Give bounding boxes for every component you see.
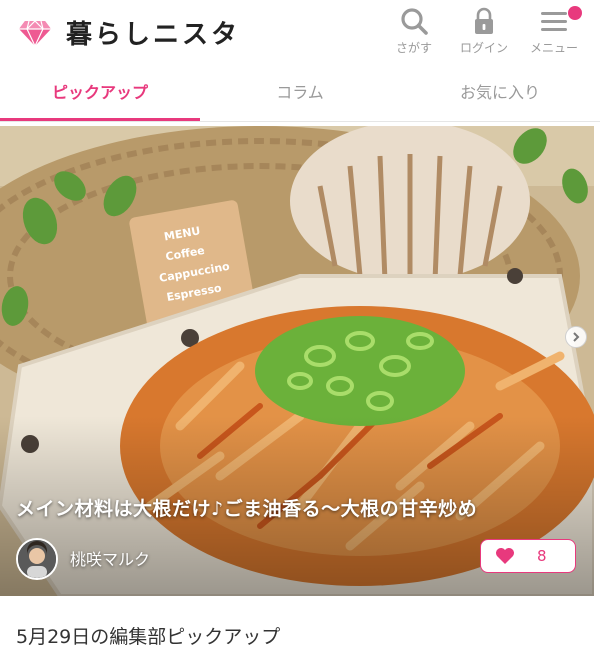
avatar[interactable]	[16, 538, 58, 580]
like-button[interactable]: 8	[480, 539, 576, 573]
hero-carousel-slide[interactable]: MENU Coffee Cappuccino Espresso メイン材料は大根…	[0, 126, 594, 596]
tab-bar: ピックアップ コラム お気に入り	[0, 70, 600, 122]
tab-favorites[interactable]: お気に入り	[400, 70, 600, 122]
chevron-right-icon	[573, 332, 580, 342]
lock-icon	[475, 7, 493, 34]
header: 暮らしニスタ さがす ログイン メニュー	[0, 0, 600, 70]
gem-icon	[19, 19, 51, 47]
search-icon	[401, 8, 428, 35]
site-name: 暮らしニスタ	[66, 20, 241, 50]
login-label: ログイン	[459, 41, 508, 55]
menu-label: メニュー	[529, 41, 578, 55]
notification-dot	[568, 6, 582, 20]
carousel-next-button[interactable]	[565, 326, 587, 348]
section-title: 5月29日の編集部ピックアップ	[16, 626, 281, 648]
search-button[interactable]: さがす	[376, 6, 452, 60]
author-name[interactable]: 桃咲マルク	[70, 546, 150, 570]
tab-pickup[interactable]: ピックアップ	[0, 70, 200, 122]
login-button[interactable]: ログイン	[446, 6, 522, 60]
article-title[interactable]: メイン材料は大根だけ♪ごま油香る～大根の甘辛炒め	[16, 494, 586, 521]
menu-button[interactable]: メニュー	[516, 6, 592, 60]
site-logo[interactable]: 暮らしニスタ	[18, 14, 240, 51]
tab-column[interactable]: コラム	[200, 70, 400, 122]
heart-icon	[496, 548, 514, 564]
author-avatar-image	[18, 540, 56, 578]
hamburger-icon	[541, 12, 567, 31]
tabs-divider	[0, 121, 600, 122]
search-label: さがす	[395, 41, 432, 55]
like-count: 8	[537, 547, 547, 565]
